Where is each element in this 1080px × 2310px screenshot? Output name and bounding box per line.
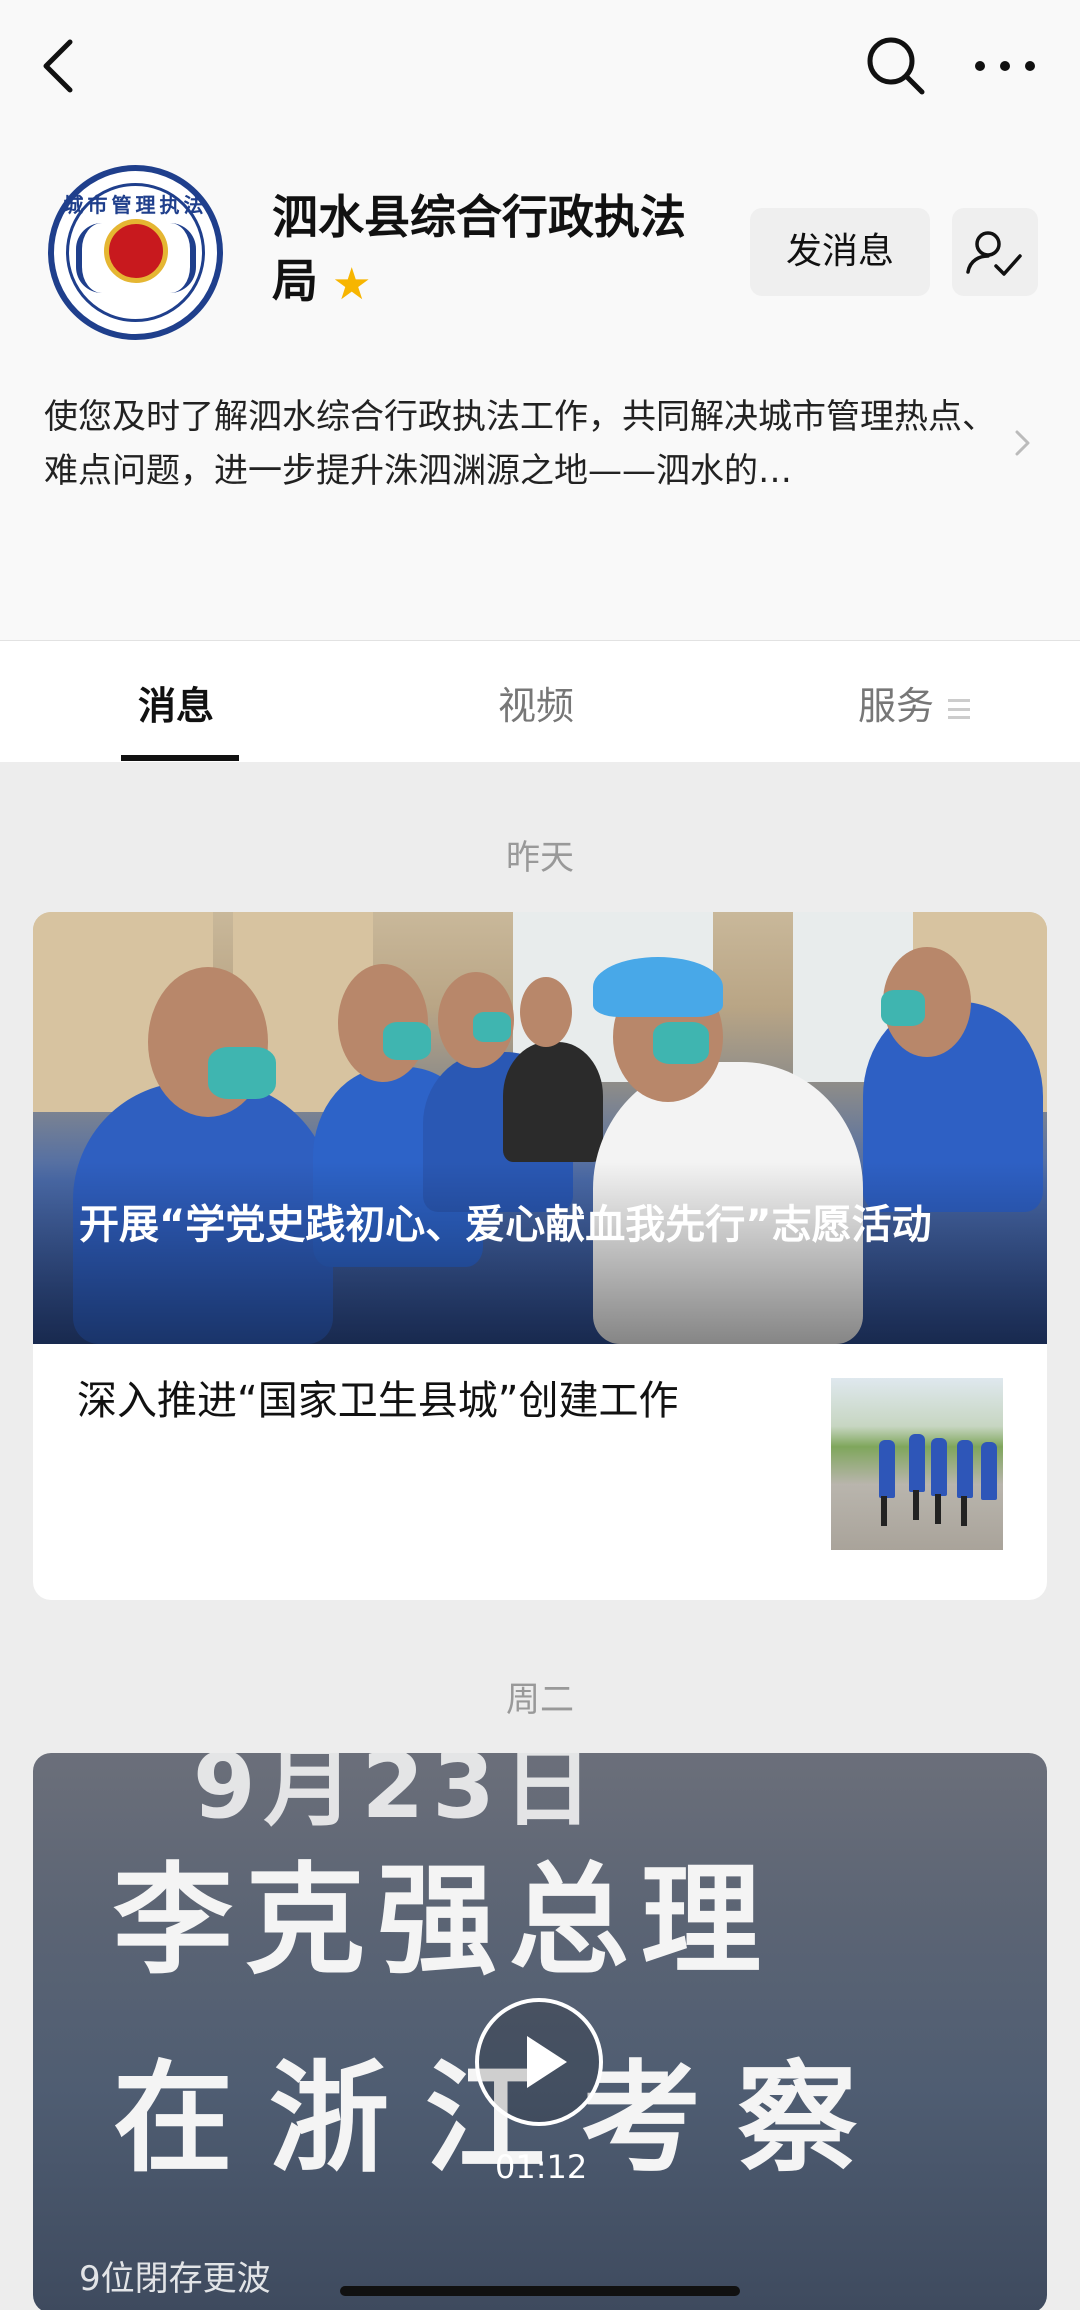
account-name: 泗水县综合行政执法局 ★ — [272, 185, 712, 317]
hero-image-figure — [881, 990, 925, 1026]
article-thumbnail[interactable] — [831, 1378, 1003, 1550]
tab-services[interactable]: 服务 — [858, 675, 971, 730]
hero-article[interactable]: 开展“学党史践初心、爱心献血我先行”志愿活动 — [33, 912, 1047, 1344]
account-header: 城市管理执法 泗水县综合行政执法局 ★ 发消息 使您及时了解泗水综合行政执法工作，… — [0, 0, 1080, 640]
video-thumbnail[interactable]: 9月23日 李克强总理 在浙江考察 01:12 9位閉存更波 — [33, 1753, 1047, 2310]
tab-services-label: 服务 — [858, 684, 935, 728]
search-icon[interactable] — [862, 32, 928, 98]
hero-image-figure — [208, 1047, 276, 1099]
account-description[interactable]: 使您及时了解泗水综合行政执法工作，共同解决城市管理热点、难点问题，进一步提升洙泗… — [44, 390, 1004, 498]
star-icon: ★ — [332, 259, 372, 310]
thumbnail-figure — [961, 1496, 967, 1526]
thumbnail-figure — [981, 1442, 997, 1500]
more-horizontal-icon[interactable] — [970, 36, 1040, 96]
tab-messages[interactable]: 消息 — [138, 675, 214, 730]
chevron-left-icon[interactable] — [30, 36, 90, 96]
hero-image-figure — [473, 1012, 511, 1042]
hero-image-figure — [593, 957, 723, 1017]
home-indicator[interactable] — [340, 2286, 740, 2296]
video-card[interactable]: 9月23日 李克强总理 在浙江考察 01:12 9位閉存更波 — [33, 1753, 1047, 2310]
account-logo: 城市管理执法 — [48, 165, 223, 340]
video-overlay-text: 李克强总理 — [113, 1852, 773, 1991]
chevron-right-icon[interactable] — [1012, 428, 1034, 458]
video-caption: 9位閉存更波 — [79, 2259, 271, 2299]
national-emblem-icon — [104, 219, 168, 283]
active-tab-indicator — [121, 755, 239, 761]
article-card: 开展“学党史践初心、爱心献血我先行”志愿活动 深入推进“国家卫生县城”创建工作 — [33, 912, 1047, 1600]
send-message-button[interactable]: 发消息 — [750, 208, 930, 296]
tab-bar: 消息 视频 服务 — [0, 640, 1080, 762]
logo-text: 城市管理执法 — [63, 193, 208, 217]
hero-image-figure — [520, 977, 572, 1047]
article-title[interactable]: 深入推进“国家卫生县城”创建工作 — [77, 1370, 797, 1432]
menu-icon — [948, 698, 971, 719]
video-duration: 01:12 — [495, 2148, 588, 2186]
date-label: 周二 — [506, 1680, 574, 1720]
thumbnail-figure — [931, 1438, 947, 1496]
follow-button[interactable] — [952, 208, 1038, 296]
play-icon[interactable] — [475, 1998, 603, 2126]
date-label: 昨天 — [506, 838, 574, 878]
hero-image-figure — [503, 1042, 603, 1162]
thumbnail-figure — [913, 1490, 919, 1520]
thumbnail-figure — [881, 1496, 887, 1526]
tab-videos[interactable]: 视频 — [498, 675, 574, 730]
user-check-icon — [966, 231, 1022, 276]
hero-image-figure — [383, 1022, 431, 1060]
hero-image-figure — [653, 1022, 709, 1064]
thumbnail-figure — [957, 1440, 973, 1498]
thumbnail-figure — [879, 1440, 895, 1498]
thumbnail-figure — [935, 1494, 941, 1524]
thumbnail-figure — [909, 1434, 925, 1492]
hero-article-title: 开展“学党史践初心、爱心献血我先行”志愿活动 — [79, 1202, 932, 1248]
